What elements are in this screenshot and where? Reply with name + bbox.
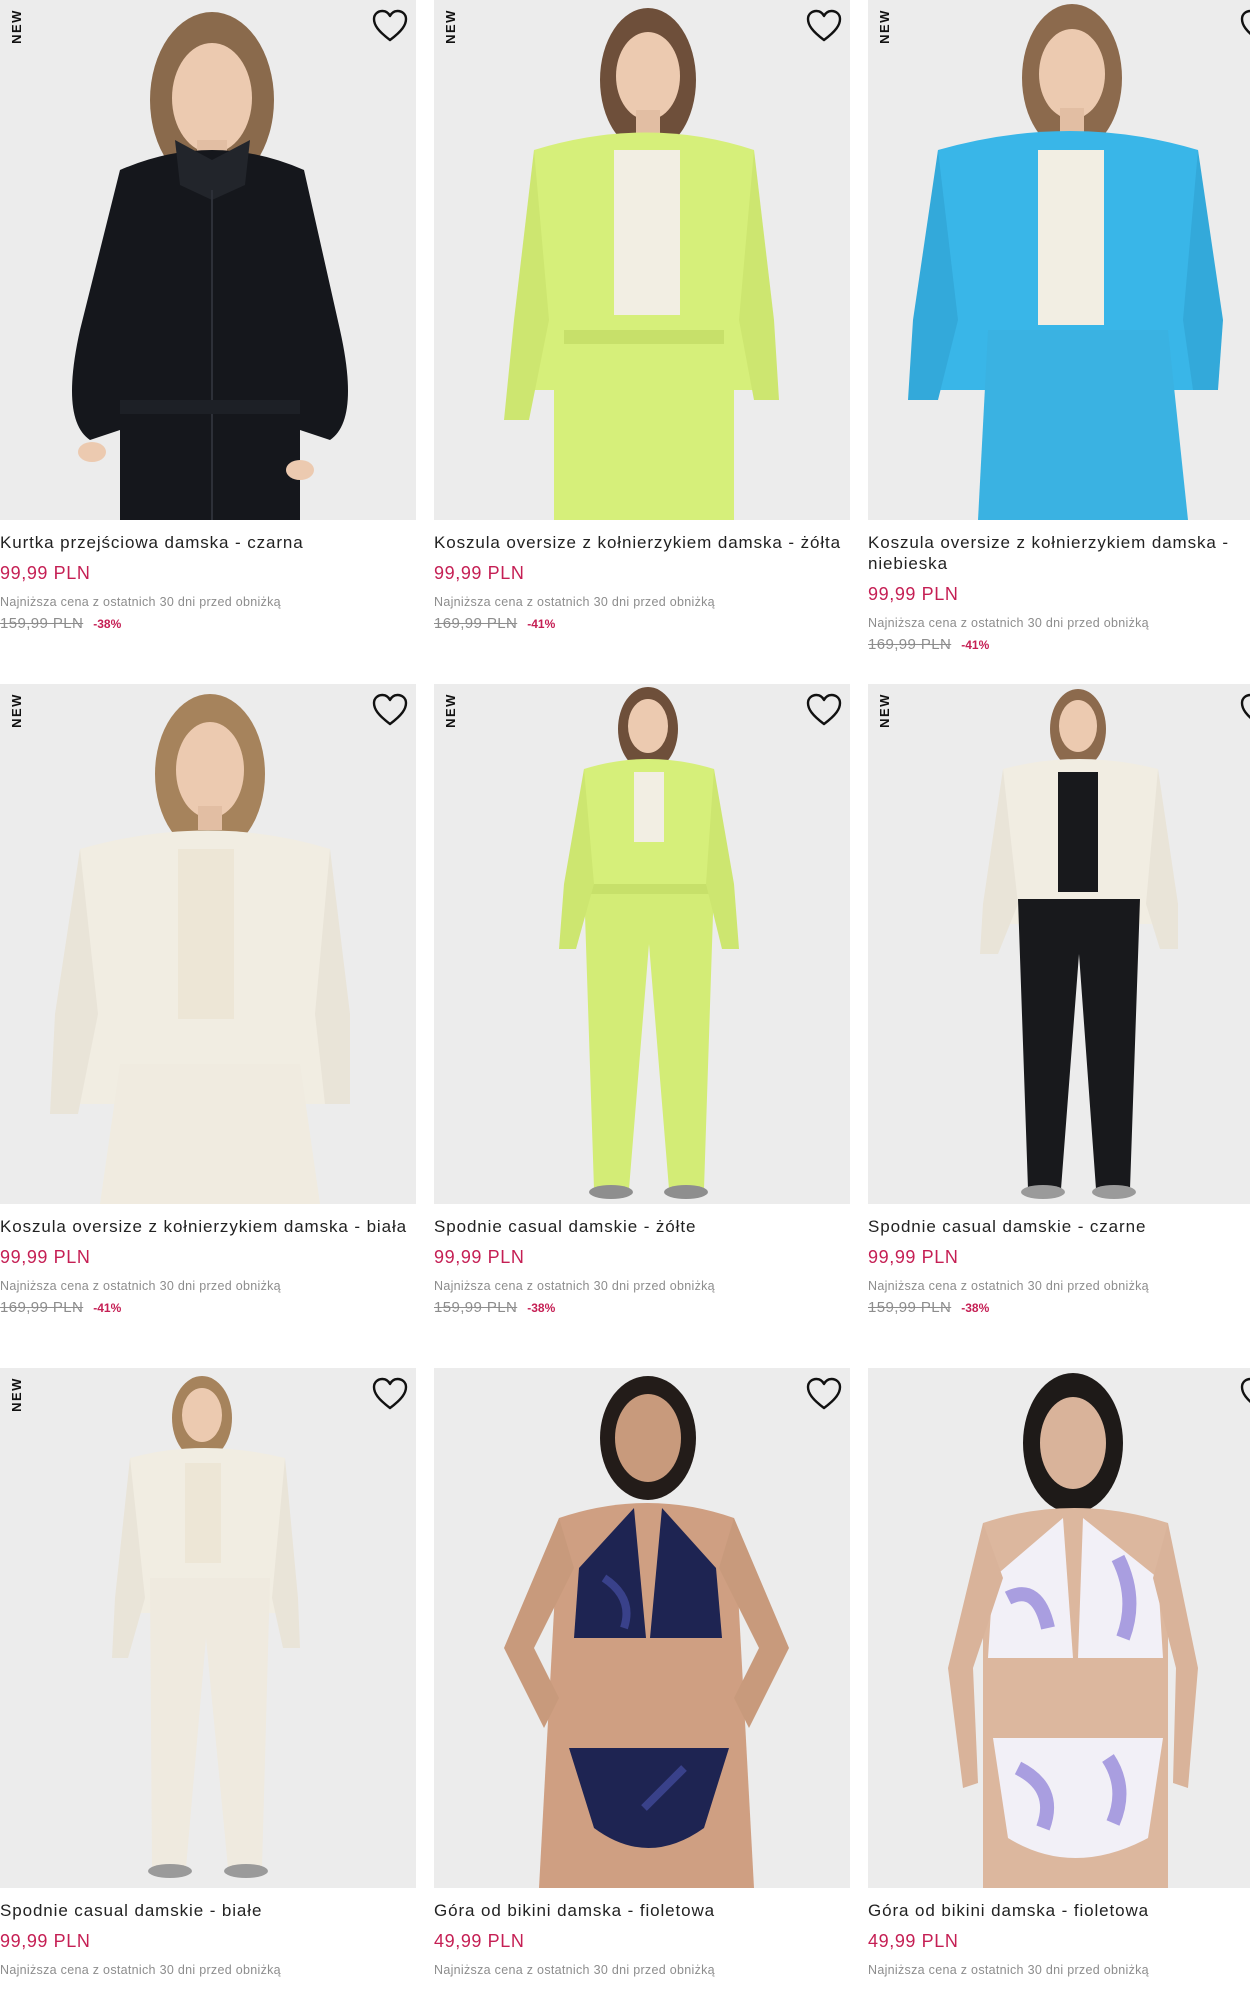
product-price: 99,99 PLN [0, 1247, 91, 1267]
product-title-link[interactable]: Koszula oversize z kołnierzykiem damska … [0, 1216, 416, 1237]
new-badge: NEW [8, 692, 24, 728]
discount-badge: -41% [527, 617, 556, 631]
lowest-price-note: Najniższa cena z ostatnich 30 dni przed … [434, 1963, 715, 1977]
new-badge: NEW [442, 8, 458, 44]
product-price: 99,99 PLN [868, 584, 959, 604]
old-price-row: 159,99 PLN -38% [434, 1299, 850, 1316]
product-title-link[interactable]: Koszula oversize z kołnierzykiem damska … [434, 532, 850, 553]
wishlist-heart-icon[interactable] [806, 9, 842, 43]
old-price: 169,99 PLN [0, 1299, 84, 1316]
lowest-price-note: Najniższa cena z ostatnich 30 dni przed … [0, 1279, 281, 1293]
product-photo[interactable]: NEW [434, 0, 850, 520]
new-badge: NEW [8, 1376, 24, 1412]
wishlist-heart-icon[interactable] [1240, 9, 1250, 43]
product-title-link[interactable]: Spodnie casual damskie - białe [0, 1900, 416, 1921]
old-price-row: 159,99 PLN -38% [868, 1299, 1250, 1316]
old-price: 159,99 PLN [868, 1299, 952, 1316]
old-price: 169,99 PLN [434, 615, 518, 632]
product-title-link[interactable]: Koszula oversize z kołnierzykiem damska … [868, 532, 1250, 574]
model-photo-pants [434, 684, 850, 1204]
product-price: 99,99 PLN [0, 563, 91, 583]
lowest-price-note: Najniższa cena z ostatnich 30 dni przed … [868, 1963, 1149, 1977]
wishlist-heart-icon[interactable] [1240, 693, 1250, 727]
model-photo-shirt [434, 0, 850, 520]
wishlist-heart-icon[interactable] [372, 9, 408, 43]
discount-badge: -41% [961, 638, 990, 652]
old-price-row: 159,99 PLN -38% [0, 615, 416, 632]
product-title-link[interactable]: Spodnie casual damskie - czarne [868, 1216, 1250, 1237]
product-photo[interactable]: NEW [0, 0, 416, 520]
new-badge: NEW [876, 692, 892, 728]
new-badge: NEW [442, 692, 458, 728]
product-photo[interactable]: NEW [868, 684, 1250, 1204]
old-price-row: 169,99 PLN -41% [0, 1299, 416, 1316]
product-photo[interactable]: NEW [868, 0, 1250, 520]
product-title-link[interactable]: Góra od bikini damska - fioletowa [868, 1900, 1250, 1921]
lowest-price-note: Najniższa cena z ostatnich 30 dni przed … [434, 1279, 715, 1293]
product-price: 49,99 PLN [434, 1931, 525, 1951]
discount-badge: -38% [961, 1301, 990, 1315]
model-photo-bikini [434, 1368, 850, 1888]
lowest-price-note: Najniższa cena z ostatnich 30 dni przed … [0, 595, 281, 609]
lowest-price-note: Najniższa cena z ostatnich 30 dni przed … [868, 1279, 1149, 1293]
product-photo[interactable] [434, 1368, 850, 1888]
wishlist-heart-icon[interactable] [372, 693, 408, 727]
product-photo[interactable]: NEW [0, 1368, 416, 1888]
wishlist-heart-icon[interactable] [806, 693, 842, 727]
model-photo-pants [0, 1368, 416, 1888]
model-photo-jacket [0, 0, 416, 520]
product-price: 99,99 PLN [0, 1931, 91, 1951]
product-photo[interactable]: NEW [0, 684, 416, 1204]
product-price: 99,99 PLN [868, 1247, 959, 1267]
old-price: 159,99 PLN [434, 1299, 518, 1316]
model-photo-shirt [868, 0, 1250, 520]
wishlist-heart-icon[interactable] [372, 1377, 408, 1411]
lowest-price-note: Najniższa cena z ostatnich 30 dni przed … [434, 595, 715, 609]
product-title-link[interactable]: Spodnie casual damskie - żółte [434, 1216, 850, 1237]
model-photo-shirt [0, 684, 416, 1204]
old-price-row: 169,99 PLN -41% [868, 636, 1250, 653]
product-photo[interactable] [868, 1368, 1250, 1888]
lowest-price-note: Najniższa cena z ostatnich 30 dni przed … [868, 616, 1149, 630]
wishlist-heart-icon[interactable] [1240, 1377, 1250, 1411]
new-badge: NEW [8, 8, 24, 44]
model-photo-pants [868, 684, 1250, 1204]
discount-badge: -41% [93, 1301, 122, 1315]
product-title-link[interactable]: Kurtka przejściowa damska - czarna [0, 532, 416, 553]
product-photo[interactable]: NEW [434, 684, 850, 1204]
discount-badge: -38% [93, 617, 122, 631]
old-price: 169,99 PLN [868, 636, 952, 653]
model-photo-bikini [868, 1368, 1250, 1888]
product-price: 99,99 PLN [434, 1247, 525, 1267]
old-price-row: 169,99 PLN -41% [434, 615, 850, 632]
product-title-link[interactable]: Góra od bikini damska - fioletowa [434, 1900, 850, 1921]
discount-badge: -38% [527, 1301, 556, 1315]
old-price: 159,99 PLN [0, 615, 84, 632]
product-price: 99,99 PLN [434, 563, 525, 583]
lowest-price-note: Najniższa cena z ostatnich 30 dni przed … [0, 1963, 281, 1977]
product-price: 49,99 PLN [868, 1931, 959, 1951]
wishlist-heart-icon[interactable] [806, 1377, 842, 1411]
new-badge: NEW [876, 8, 892, 44]
